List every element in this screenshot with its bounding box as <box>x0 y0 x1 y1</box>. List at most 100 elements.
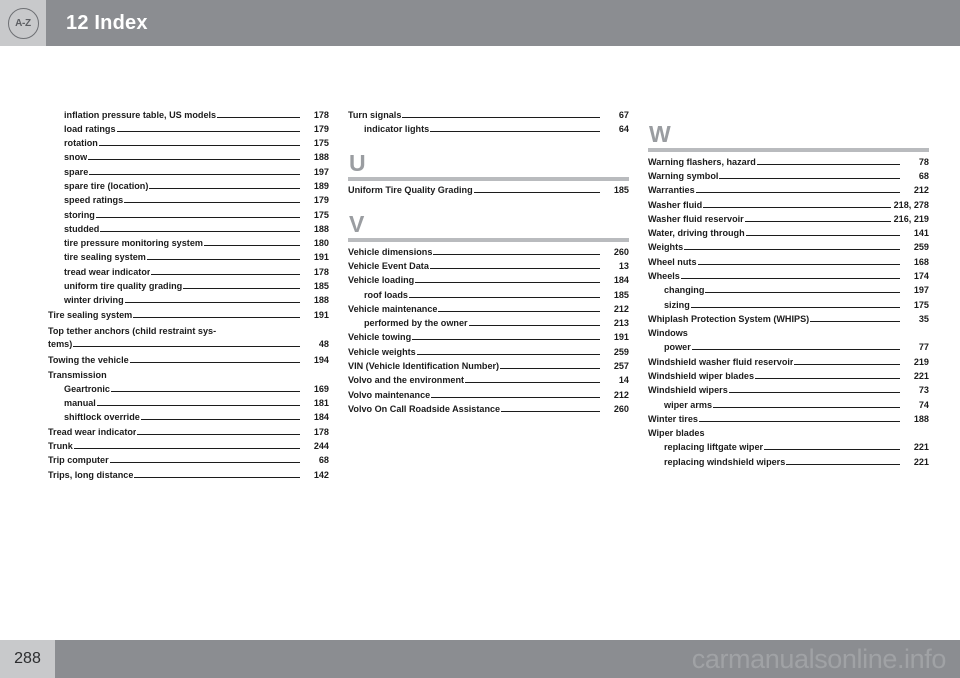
index-entry[interactable]: sizing 175 <box>648 298 929 312</box>
index-entry-label: shiftlock override <box>64 413 140 423</box>
leader-dots <box>786 463 900 465</box>
index-entry[interactable]: power 77 <box>648 341 929 355</box>
index-entry[interactable]: Vehicle towing 191 <box>348 331 629 345</box>
index-entry[interactable]: inflation pressure table, US models 178 <box>48 108 329 122</box>
index-entry-page: 221 <box>913 370 929 381</box>
leader-dots <box>100 230 300 232</box>
index-entry[interactable]: spare 197 <box>48 165 329 179</box>
index-entry[interactable]: Vehicle weights 259 <box>348 345 629 359</box>
index-entry[interactable]: Geartronic 169 <box>48 382 329 396</box>
leader-dots <box>705 292 900 294</box>
index-entry[interactable]: Transmission <box>48 368 329 382</box>
index-entry[interactable]: Top tether anchors (child restraint sys-… <box>48 322 329 354</box>
index-entry-label: Windshield washer fluid reservoir <box>648 357 794 367</box>
index-entry[interactable]: Volvo and the environment 14 <box>348 374 629 388</box>
index-entry[interactable]: Wiper blades <box>648 426 929 440</box>
index-entry[interactable]: load ratings 179 <box>48 122 329 136</box>
index-entry-label: tire pressure monitoring system <box>64 239 203 249</box>
index-entry[interactable]: tread wear indicator 178 <box>48 265 329 279</box>
leader-dots <box>408 296 600 298</box>
index-entry[interactable]: Towing the vehicle 194 <box>48 354 329 368</box>
index-entry-page: 67 <box>618 109 629 120</box>
index-entry[interactable]: Volvo On Call Roadside Assistance 260 <box>348 402 629 416</box>
index-entry[interactable]: rotation 175 <box>48 137 329 151</box>
index-entry-page: 185 <box>313 280 329 291</box>
index-entry[interactable]: Warning symbol 68 <box>648 169 929 183</box>
index-entry[interactable]: Wheel nuts 168 <box>648 255 929 269</box>
index-entry[interactable]: Trip computer 68 <box>48 454 329 468</box>
index-entry-label: studded <box>64 224 100 234</box>
index-entry[interactable]: wiper arms 74 <box>648 398 929 412</box>
index-entry[interactable]: VIN (Vehicle Identification Number) 257 <box>348 359 629 373</box>
index-entry-label: Winter tires <box>648 414 698 424</box>
index-entry[interactable]: shiftlock override 184 <box>48 411 329 425</box>
index-entry-label: Washer fluid reservoir <box>648 214 744 224</box>
index-entry[interactable]: roof loads 185 <box>348 288 629 302</box>
leader-dots <box>416 353 600 355</box>
index-entry[interactable]: Warranties 212 <box>648 184 929 198</box>
index-entry[interactable]: Washer fluid 218, 278 <box>648 198 929 212</box>
index-entry-page: 180 <box>313 238 329 249</box>
index-entry[interactable]: Warning flashers, hazard 78 <box>648 155 929 169</box>
index-entry[interactable]: Weights 259 <box>648 241 929 255</box>
index-entry[interactable]: spare tire (location) 189 <box>48 179 329 193</box>
index-entry[interactable]: changing 197 <box>648 284 929 298</box>
index-entry[interactable]: Windshield wiper blades 221 <box>648 369 929 383</box>
index-entry[interactable]: Vehicle Event Data 13 <box>348 259 629 273</box>
index-entry[interactable]: Windshield washer fluid reservoir 219 <box>648 355 929 369</box>
index-entry[interactable]: Vehicle loading 184 <box>348 274 629 288</box>
index-entry-page: 179 <box>313 195 329 206</box>
index-entry[interactable]: replacing windshield wipers 221 <box>648 455 929 469</box>
index-entry[interactable]: Uniform Tire Quality Grading 185 <box>348 184 629 198</box>
index-entry[interactable]: Windshield wipers 73 <box>648 384 929 398</box>
index-entry-label: Trunk <box>48 442 73 452</box>
index-entry[interactable]: Tire sealing system 191 <box>48 308 329 322</box>
leader-dots <box>500 367 600 369</box>
index-entry[interactable]: Trunk 244 <box>48 439 329 453</box>
index-entry[interactable]: snow 188 <box>48 151 329 165</box>
index-entry-label: Wheels <box>648 271 680 281</box>
index-entry[interactable]: speed ratings 179 <box>48 194 329 208</box>
index-entry[interactable]: performed by the owner 213 <box>348 317 629 331</box>
index-entry[interactable]: studded 188 <box>48 222 329 236</box>
index-entry[interactable]: winter driving 188 <box>48 294 329 308</box>
index-entry-page: 68 <box>318 455 329 466</box>
index-entry-label: Vehicle dimensions <box>348 247 433 257</box>
index-entry[interactable]: Whiplash Protection System (WHIPS) 35 <box>648 312 929 326</box>
index-entry-label: Turn signals <box>348 110 402 120</box>
column-2: Turn signals 67 indicator lights 64 U Uniform… <box>348 108 629 482</box>
index-entry[interactable]: replacing liftgate wiper 221 <box>648 441 929 455</box>
index-entry[interactable]: Vehicle maintenance 212 <box>348 302 629 316</box>
leader-dots <box>468 325 600 327</box>
index-entry[interactable]: uniform tire quality grading 185 <box>48 279 329 293</box>
index-entry[interactable]: Trips, long distance 142 <box>48 468 329 482</box>
index-entry-label: uniform tire quality grading <box>64 281 183 291</box>
leader-dots <box>691 349 900 351</box>
letter-heading-w: W <box>648 122 929 153</box>
index-entry[interactable]: Windows <box>648 327 929 341</box>
index-entry[interactable]: tire pressure monitoring system 180 <box>48 237 329 251</box>
index-entry[interactable]: tire sealing system 191 <box>48 251 329 265</box>
leader-dots <box>129 362 300 364</box>
index-entry[interactable]: manual 181 <box>48 397 329 411</box>
index-entry[interactable]: storing 175 <box>48 208 329 222</box>
index-entry[interactable]: Washer fluid reservoir 216, 219 <box>648 212 929 226</box>
index-entry-label: Top tether anchors (child restraint sys- <box>48 325 217 336</box>
index-entry[interactable]: Vehicle dimensions 260 <box>348 245 629 259</box>
index-entry-label: Vehicle loading <box>348 276 415 286</box>
leader-dots <box>465 382 600 384</box>
index-entry-label: performed by the owner <box>364 319 468 329</box>
page-number: 288 <box>0 640 55 678</box>
index-entry[interactable]: Winter tires 188 <box>648 412 929 426</box>
index-entry[interactable]: Water, driving through 141 <box>648 227 929 241</box>
index-entry[interactable]: Turn signals 67 <box>348 108 629 122</box>
index-entry-label: power <box>664 343 691 353</box>
index-entry-label: manual <box>64 399 96 409</box>
leader-dots <box>744 220 891 222</box>
index-entry[interactable]: indicator lights 64 <box>348 122 629 136</box>
index-entry[interactable]: Tread wear indicator 178 <box>48 425 329 439</box>
index-entry[interactable]: Wheels 174 <box>648 269 929 283</box>
leader-dots <box>203 245 300 247</box>
letter-glyph: V <box>349 210 365 237</box>
index-entry[interactable]: Volvo maintenance 212 <box>348 388 629 402</box>
